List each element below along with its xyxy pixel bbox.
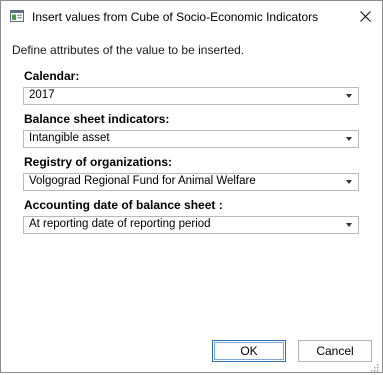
chevron-down-icon[interactable] (346, 137, 352, 141)
chevron-down-icon[interactable] (346, 180, 352, 184)
cancel-button[interactable]: Cancel (298, 340, 372, 362)
balance-sheet-indicators-label: Balance sheet indicators: (24, 112, 170, 126)
close-button[interactable] (348, 1, 382, 31)
window-title: Insert values from Cube of Socio-Economi… (32, 10, 319, 24)
calendar-select[interactable]: 2017 (23, 87, 359, 105)
balance-sheet-indicators-select[interactable]: Intangible asset (23, 130, 359, 148)
calendar-label: Calendar: (24, 69, 80, 83)
registry-of-organizations-label: Registry of organizations: (24, 155, 173, 169)
chevron-down-icon[interactable] (346, 223, 352, 227)
registry-of-organizations-select-value: Volgograd Regional Fund for Animal Welfa… (29, 175, 256, 187)
accounting-date-select[interactable]: At reporting date of reporting period (23, 216, 359, 234)
dialog-description: Define attributes of the value to be ins… (12, 43, 245, 57)
resize-grip-icon[interactable] (371, 361, 379, 372)
chevron-down-icon[interactable] (346, 94, 352, 98)
dialog-window: Insert values from Cube of Socio-Economi… (0, 0, 383, 373)
registry-of-organizations-select[interactable]: Volgograd Regional Fund for Animal Welfa… (23, 173, 359, 191)
close-icon (359, 10, 371, 22)
balance-sheet-indicators-select-value: Intangible asset (29, 132, 110, 144)
title-bar[interactable]: Insert values from Cube of Socio-Economi… (1, 1, 382, 33)
accounting-date-select-value: At reporting date of reporting period (29, 218, 211, 230)
window-icon (10, 10, 24, 22)
ok-button[interactable]: OK (212, 340, 286, 362)
calendar-select-value: 2017 (29, 89, 55, 101)
accounting-date-label: Accounting date of balance sheet : (24, 198, 223, 212)
